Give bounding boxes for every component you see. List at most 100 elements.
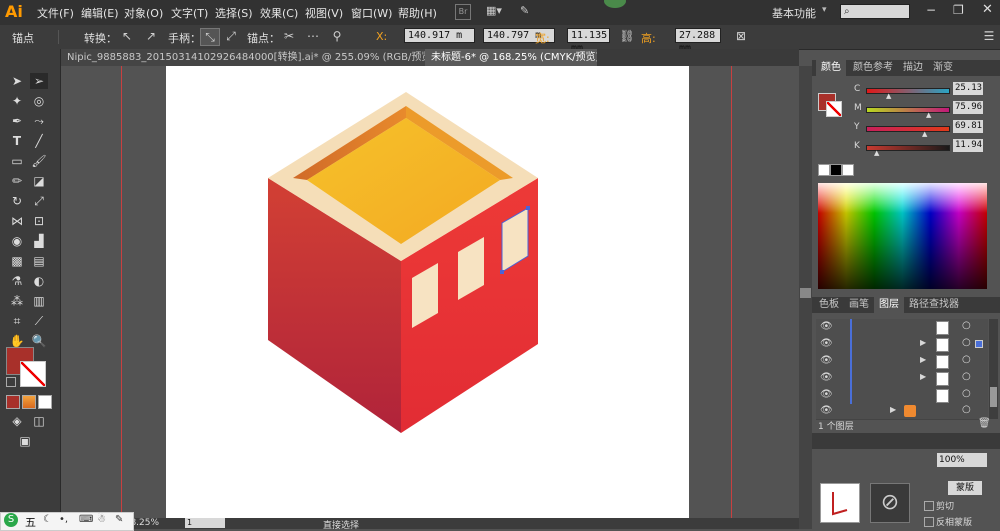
menu-object[interactable]: 对象(O) bbox=[124, 5, 163, 21]
ime-logo-icon[interactable]: S bbox=[4, 513, 18, 527]
clip-checkbox[interactable] bbox=[924, 501, 934, 511]
eye-icon[interactable]: 👁 bbox=[820, 338, 833, 349]
height-field[interactable]: 27.288 mm bbox=[675, 28, 721, 54]
shape-builder-icon[interactable]: ◉ bbox=[8, 233, 26, 249]
eyedropper-icon[interactable]: ⚗ bbox=[8, 273, 26, 289]
tab-gradient[interactable]: 渐变 bbox=[928, 60, 958, 76]
draw-inside-icon[interactable]: ◫ bbox=[30, 413, 48, 429]
free-transform-icon[interactable]: ⊡ bbox=[30, 213, 48, 229]
width-field[interactable]: 11.135 mm bbox=[567, 28, 610, 54]
menu-window[interactable]: 窗口(W) bbox=[351, 5, 392, 21]
eye-icon[interactable]: 👁 bbox=[820, 321, 833, 332]
default-colors-icon[interactable] bbox=[6, 377, 16, 387]
cmyk-m-value[interactable]: 75.96 bbox=[953, 101, 983, 114]
lasso-icon[interactable]: ◎ bbox=[30, 93, 48, 109]
opacity-field[interactable]: 100% bbox=[937, 453, 987, 467]
none-color-icon[interactable] bbox=[818, 164, 830, 176]
menu-edit[interactable]: 编辑(E) bbox=[81, 5, 119, 21]
target-icon[interactable]: ○ bbox=[962, 354, 971, 365]
eye-icon[interactable]: 👁 bbox=[820, 405, 833, 416]
restore-icon[interactable]: ❐ bbox=[953, 3, 964, 17]
close-icon[interactable]: ✕ bbox=[982, 2, 993, 17]
expand-chevron-icon[interactable]: ▶ bbox=[890, 405, 896, 414]
minimize-icon[interactable]: − bbox=[926, 3, 936, 17]
artboard[interactable] bbox=[166, 66, 689, 518]
selection-indicator[interactable] bbox=[975, 340, 983, 348]
selection-tool-icon[interactable]: ➤ bbox=[8, 73, 26, 89]
panel-stroke-swatch[interactable] bbox=[826, 101, 842, 117]
tab-stroke[interactable]: 描边 bbox=[898, 60, 928, 76]
hide-handles-icon[interactable]: ⤢ bbox=[222, 28, 240, 44]
white-color-swatch[interactable] bbox=[842, 164, 854, 176]
tab-color[interactable]: 颜色 bbox=[816, 60, 846, 76]
cmyk-m-slider[interactable] bbox=[866, 107, 950, 113]
workspace-chevron-icon[interactable]: ▾ bbox=[822, 5, 827, 15]
layer-row[interactable]: 👁 ▶ ○ bbox=[816, 336, 988, 354]
mask-thumbnail[interactable]: ⊘ bbox=[870, 483, 910, 523]
mesh-tool-icon[interactable]: ▩ bbox=[8, 253, 26, 269]
layer-row[interactable]: 👁 ▶ ○ bbox=[816, 370, 988, 388]
paintbrush-icon[interactable]: 🖌 bbox=[30, 153, 48, 169]
pen-tool-icon[interactable]: ✒ bbox=[8, 113, 26, 129]
graph-tool-icon[interactable]: ▥ bbox=[30, 293, 48, 309]
pencil-icon[interactable]: ✏ bbox=[8, 173, 26, 189]
workspace-switcher[interactable]: 基本功能 bbox=[772, 5, 816, 21]
object-thumbnail[interactable] bbox=[820, 483, 860, 523]
menu-select[interactable]: 选择(S) bbox=[215, 5, 253, 21]
search-input[interactable]: ⌕ bbox=[840, 4, 910, 19]
arrange-docs-icon[interactable]: ▦▾ bbox=[486, 4, 508, 18]
black-color-swatch[interactable] bbox=[830, 164, 842, 176]
expand-chevron-icon[interactable]: ▶ bbox=[920, 372, 926, 381]
curvature-tool-icon[interactable]: ⤳ bbox=[30, 113, 48, 129]
layer-row[interactable]: 👁 ○ bbox=[816, 319, 988, 337]
cut-path-icon[interactable]: ⚲ bbox=[328, 28, 346, 44]
ime-settings-icon[interactable]: ✎ bbox=[115, 514, 123, 525]
transform-icon[interactable]: ⊠ bbox=[732, 28, 750, 44]
cmyk-k-thumb[interactable]: ▲ bbox=[874, 149, 879, 157]
brush-icon[interactable]: ✎ bbox=[520, 4, 534, 18]
menu-view[interactable]: 视图(V) bbox=[305, 5, 343, 21]
direct-selection-tool-icon[interactable]: ➢ bbox=[30, 73, 48, 89]
ime-keyboard-icon[interactable]: ⌨ bbox=[79, 514, 93, 525]
line-tool-icon[interactable]: ╱ bbox=[30, 133, 48, 149]
tab-brushes[interactable]: 画笔 bbox=[844, 297, 874, 313]
perspective-grid-icon[interactable]: ▟ bbox=[30, 233, 48, 249]
screen-mode-icon[interactable]: ▣ bbox=[16, 433, 34, 449]
gradient-mode-icon[interactable] bbox=[22, 395, 36, 409]
target-icon[interactable]: ○ bbox=[962, 337, 971, 348]
expand-chevron-icon[interactable]: ▶ bbox=[920, 338, 926, 347]
show-handles-icon[interactable]: ⤡ bbox=[200, 28, 220, 46]
cmyk-m-thumb[interactable]: ▲ bbox=[926, 111, 931, 119]
ime-toolbar[interactable]: S 五 ☾ •, ⌨ ☃ ✎ bbox=[0, 512, 134, 531]
connect-anchor-icon[interactable]: ⋯ bbox=[304, 28, 322, 44]
page-field[interactable]: 1 bbox=[185, 518, 225, 528]
target-icon[interactable]: ○ bbox=[962, 320, 971, 331]
vertical-scrollbar[interactable] bbox=[799, 66, 812, 529]
ime-user-icon[interactable]: ☃ bbox=[97, 514, 106, 525]
panel-menu-icon[interactable]: ☰ bbox=[980, 28, 998, 44]
draw-mode-icon[interactable]: ◈ bbox=[8, 413, 26, 429]
canvas[interactable] bbox=[61, 66, 799, 518]
delete-layer-icon[interactable]: 🗑 bbox=[978, 418, 991, 429]
rotate-icon[interactable]: ↻ bbox=[8, 193, 26, 209]
menu-help[interactable]: 帮助(H) bbox=[398, 5, 437, 21]
artboard-tool-icon[interactable]: ⌗ bbox=[8, 313, 26, 329]
tab-document-1[interactable]: Nipic_9885883_20150314102926484000[转换].a… bbox=[61, 49, 428, 66]
target-icon[interactable]: ○ bbox=[962, 371, 971, 382]
menu-effect[interactable]: 效果(C) bbox=[260, 5, 298, 21]
tab-document-2[interactable]: 未标题-6* @ 168.25% (CMYK/预览) bbox=[425, 49, 597, 66]
layer-row[interactable]: 👁 ▶ ○ bbox=[816, 353, 988, 371]
tab-layers[interactable]: 图层 bbox=[874, 297, 904, 313]
ime-punct-icon[interactable]: •, bbox=[59, 514, 68, 525]
tab-color-guide[interactable]: 颜色参考 bbox=[848, 60, 898, 76]
make-mask-button[interactable]: 蒙版 bbox=[948, 481, 982, 495]
convert-corner-icon[interactable]: ↖ bbox=[118, 28, 136, 44]
remove-anchor-icon[interactable]: ✂ bbox=[280, 28, 298, 44]
blend-tool-icon[interactable]: ◐ bbox=[30, 273, 48, 289]
target-icon[interactable]: ○ bbox=[962, 404, 971, 415]
width-tool-icon[interactable]: ⋈ bbox=[8, 213, 26, 229]
none-mode-icon[interactable] bbox=[38, 395, 52, 409]
menu-text[interactable]: 文字(T) bbox=[171, 5, 208, 21]
cmyk-y-thumb[interactable]: ▲ bbox=[922, 130, 927, 138]
eraser-icon[interactable]: ◪ bbox=[30, 173, 48, 189]
